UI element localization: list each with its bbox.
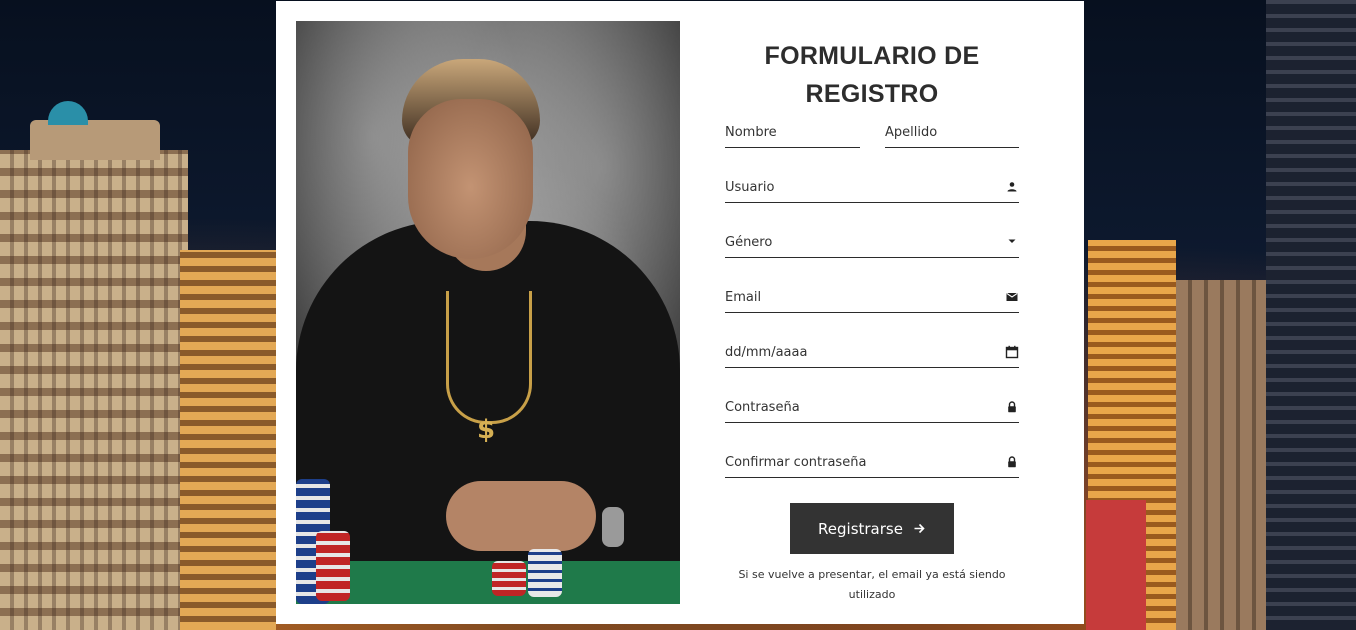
registrarse-label: Registrarse [818,519,903,538]
background-building [1176,280,1266,630]
usuario-field[interactable]: Usuario [725,178,1019,203]
poker-chips [316,531,350,601]
genero-placeholder: Género [725,235,773,250]
apellido-placeholder: Apellido [885,125,938,140]
registration-card: $ FORMULARIO DE REGISTRO Nombre Apellido… [276,1,1084,624]
lock-icon [1008,456,1016,468]
background-tower [1266,0,1356,630]
confirmar-contrasena-field[interactable]: Confirmar contraseña [725,453,1019,478]
background-building [0,150,188,630]
photo-chain [446,291,532,424]
fecha-placeholder: dd/mm/aaaa [725,345,808,360]
user-icon [1007,182,1017,192]
nombre-placeholder: Nombre [725,125,777,140]
arrow-right-icon [914,523,925,534]
fecha-nacimiento-field[interactable]: dd/mm/aaaa [725,343,1019,368]
poker-chips [492,561,526,596]
background-building-dome [48,101,88,125]
background-building [1086,500,1146,630]
background-building [180,250,276,630]
registration-form: FORMULARIO DE REGISTRO Nombre Apellido U… [725,37,1019,601]
poker-chips [528,549,562,597]
email-field[interactable]: Email [725,288,1019,313]
lock-icon [1008,401,1016,413]
confirmar-placeholder: Confirmar contraseña [725,455,867,470]
usuario-placeholder: Usuario [725,180,775,195]
contrasena-field[interactable]: Contraseña [725,398,1019,423]
form-title: FORMULARIO DE REGISTRO [764,42,980,108]
contrasena-placeholder: Contraseña [725,400,800,415]
dollar-pendant-icon: $ [476,415,496,445]
photo-poker-table [296,561,680,604]
genero-select[interactable]: Género [725,233,1019,258]
photo-hands [446,481,596,551]
background-building-top [30,120,160,160]
calendar-icon[interactable] [1005,345,1019,359]
dropdown-caret-icon [1008,239,1016,243]
nombre-field[interactable]: Nombre [725,123,860,148]
photo-head [408,99,533,259]
profile-photo: $ [296,21,680,604]
apellido-field[interactable]: Apellido [885,123,1019,148]
email-placeholder: Email [725,290,762,305]
email-in-use-note: Si se vuelve a presentar, el email ya es… [738,568,1006,601]
registrarse-button[interactable]: Registrarse [790,503,954,554]
photo-watch [602,507,624,547]
envelope-icon [1006,292,1018,301]
